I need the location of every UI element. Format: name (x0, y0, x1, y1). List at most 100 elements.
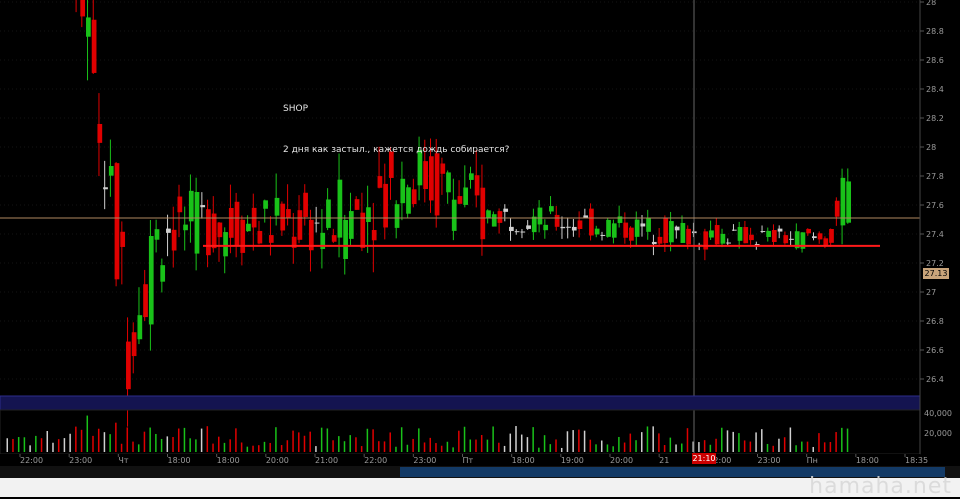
price-tick-label: 27.4 (926, 230, 944, 239)
volume-bar (595, 444, 597, 452)
volume-bar (783, 437, 786, 452)
candle-body (326, 199, 331, 228)
time-tick-label: 22:00 (364, 456, 387, 465)
candle-body (583, 215, 589, 218)
volume-bar (338, 436, 340, 452)
volume-bar (12, 438, 14, 452)
volume-bar (309, 431, 311, 452)
volume-bar (69, 433, 71, 452)
price-tick-label: 27.2 (926, 259, 944, 268)
candle-body (211, 213, 217, 249)
volume-bar (378, 441, 380, 452)
volume-bar (235, 428, 237, 452)
volume-bar (572, 430, 574, 452)
candle-body (80, 0, 86, 17)
volume-bar (463, 426, 466, 452)
candle-body (474, 175, 480, 196)
volume-bar (566, 431, 569, 452)
volume-bar (749, 441, 752, 452)
candle-body (394, 204, 400, 228)
candle-body (646, 218, 651, 232)
candle-body (657, 236, 663, 244)
volume-bar (155, 433, 157, 452)
candle-body (108, 166, 114, 176)
price-tick-label: 28.2 (926, 114, 944, 123)
volume-bar (195, 439, 197, 452)
volume-bar (618, 436, 620, 452)
candle-body (337, 179, 343, 238)
candle-body (560, 226, 566, 229)
volume-bar (526, 437, 529, 452)
candle-body (777, 228, 783, 232)
candle-body (623, 222, 629, 238)
volume-bar (469, 439, 472, 452)
volume-bar (812, 446, 814, 452)
price-tick-label: 27.6 (926, 201, 944, 210)
candle-body (86, 17, 91, 37)
volume-bar (606, 444, 609, 452)
candle-body (268, 235, 274, 243)
candle-body (469, 173, 474, 180)
time-tick-label: 18:00 (512, 456, 535, 465)
candle-body (406, 187, 411, 214)
candle-body (188, 190, 194, 222)
candle-body (354, 199, 360, 210)
volume-bar (389, 432, 391, 452)
candle-body (388, 151, 394, 178)
volume-bar (789, 427, 792, 452)
volume-bar (475, 439, 477, 452)
volume-bar (286, 440, 289, 452)
candle-body (143, 284, 148, 318)
volume-bar (372, 429, 374, 452)
candle-body (709, 230, 714, 238)
time-tick-label: 22:00 (20, 456, 43, 465)
candle-body (829, 229, 834, 243)
price-tick-label: 27.8 (926, 172, 944, 181)
time-tick-label: 19:00 (561, 456, 584, 465)
volume-bar (503, 445, 506, 452)
volume-bar (29, 445, 31, 452)
volume-bar (383, 441, 386, 452)
candle-body (286, 209, 291, 219)
time-tick-label: Пн (807, 456, 818, 465)
candle-body (377, 176, 383, 188)
candle-body (434, 153, 440, 216)
candle-body (234, 201, 240, 247)
volume-bar (103, 432, 106, 452)
volume-tick-label: 40,000 (924, 409, 952, 418)
candle-body (194, 192, 200, 254)
volume-bar (429, 437, 431, 452)
candle-body (166, 228, 171, 233)
volume-bar (252, 445, 254, 452)
volume-bar (46, 430, 49, 452)
candle-body (760, 231, 766, 233)
time-tick-label: 18:00 (168, 456, 191, 465)
candle-body (629, 227, 634, 241)
volume-bar (17, 437, 20, 452)
volume-bar (75, 426, 77, 452)
candle-body (480, 187, 486, 240)
candle-body (514, 231, 520, 233)
volume-bar (315, 446, 317, 452)
price-chart[interactable]: 28 28.8 28.6 28.4 28.2 28 27.8 27.6 27.4 27.2 27 26… (0, 0, 960, 497)
candle-body (817, 233, 823, 240)
volume-bar (480, 435, 483, 452)
volume-bar (703, 440, 706, 452)
volume-bar (578, 429, 580, 452)
volume-bar (829, 442, 832, 452)
candle-body (846, 181, 851, 223)
volume-bar (172, 437, 174, 452)
volume-bar (57, 439, 60, 452)
volume-bar (349, 435, 351, 452)
candle-body (589, 208, 594, 236)
candle-body (680, 222, 686, 243)
volume-bar (623, 442, 626, 452)
candle-body (783, 235, 789, 244)
volume-bar (652, 426, 654, 452)
time-tick-label: 18:35 (905, 456, 928, 465)
volume-bar (560, 447, 563, 452)
candle-body (486, 210, 491, 219)
candle-body (549, 206, 554, 212)
volume-bar (177, 428, 180, 452)
candle-body (348, 211, 354, 239)
